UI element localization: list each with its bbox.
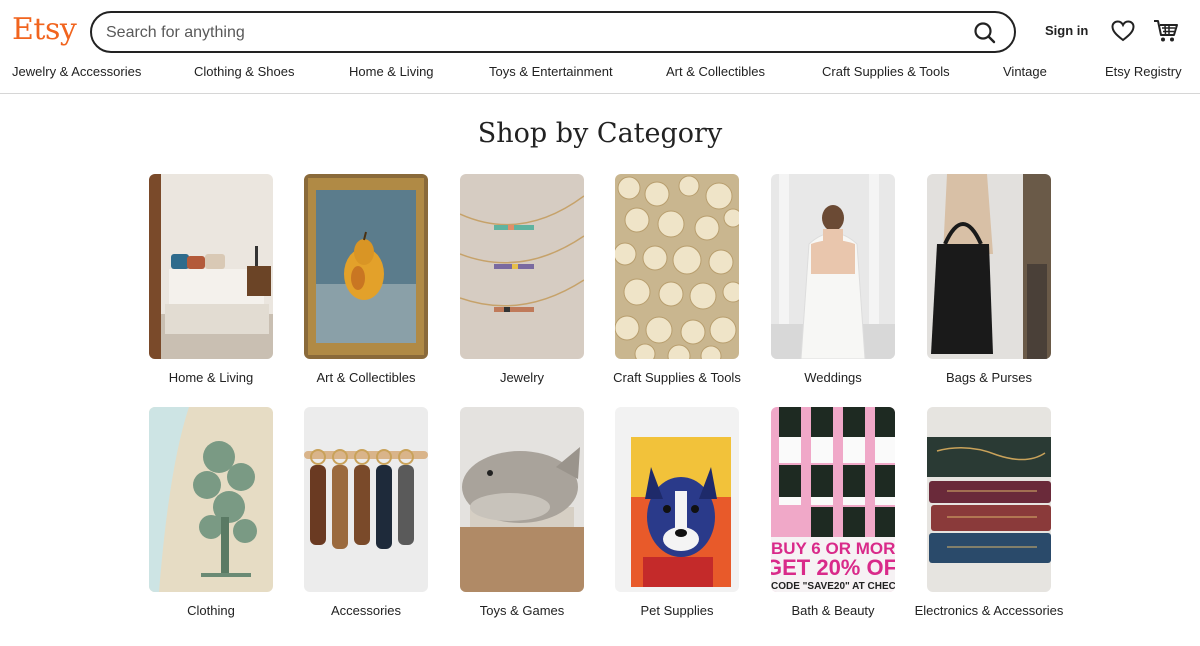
category-label[interactable]: Electronics & Accessories [909,603,1069,619]
category-image-weddings[interactable] [771,174,895,359]
nav-item-toys-entertainment[interactable]: Toys & Entertainment [489,64,613,79]
category-label[interactable]: Bags & Purses [909,370,1069,386]
etsy-logo[interactable]: Etsy [12,12,77,47]
category-nav: Jewelry & Accessories Clothing & Shoes H… [0,62,1200,82]
category-label[interactable]: Clothing [131,603,291,619]
nav-item-art-collectibles[interactable]: Art & Collectibles [666,64,765,79]
category-image-home-living[interactable] [149,174,273,359]
sign-in-link[interactable]: Sign in [1045,23,1088,38]
category-image-bags-purses[interactable] [927,174,1051,359]
category-label[interactable]: Weddings [753,370,913,386]
search-bar [90,11,1016,53]
nav-item-clothing-shoes[interactable]: Clothing & Shoes [194,64,294,79]
page-title: Shop by Category [477,118,723,149]
category-label[interactable]: Toys & Games [442,603,602,619]
search-input[interactable] [106,20,966,46]
promo-line-3: CODE "SAVE20" AT CHECKOUT [771,581,895,592]
category-label[interactable]: Bath & Beauty [753,603,913,619]
nav-item-home-living[interactable]: Home & Living [349,64,434,79]
promo-line-2: GET 20% OFF [771,555,895,580]
category-image-art-collectibles[interactable] [304,174,428,359]
nav-item-etsy-registry[interactable]: Etsy Registry [1105,64,1182,79]
nav-item-vintage[interactable]: Vintage [1003,64,1047,79]
category-image-electronics[interactable] [927,407,1051,592]
category-image-bath-beauty[interactable]: BUY 6 OR MORE GET 20% OFF CODE "SAVE20" … [771,407,895,592]
category-image-accessories[interactable] [304,407,428,592]
category-label[interactable]: Jewelry [442,370,602,386]
search-icon[interactable] [972,20,998,46]
category-label[interactable]: Home & Living [131,370,291,386]
category-label[interactable]: Art & Collectibles [286,370,446,386]
category-image-craft-supplies[interactable] [615,174,739,359]
heart-icon[interactable] [1111,20,1135,42]
site-header: Etsy Sign in Jewelry & Accessories Cloth… [0,0,1200,94]
nav-item-craft-supplies-tools[interactable]: Craft Supplies & Tools [822,64,950,79]
category-label[interactable]: Craft Supplies & Tools [597,370,757,386]
category-image-toys-games[interactable] [460,407,584,592]
category-image-pet-supplies[interactable] [615,407,739,592]
cart-icon[interactable] [1153,18,1179,44]
category-label[interactable]: Pet Supplies [597,603,757,619]
category-label[interactable]: Accessories [286,603,446,619]
category-image-jewelry[interactable] [460,174,584,359]
category-image-clothing[interactable] [149,407,273,592]
nav-item-jewelry-accessories[interactable]: Jewelry & Accessories [12,64,141,79]
